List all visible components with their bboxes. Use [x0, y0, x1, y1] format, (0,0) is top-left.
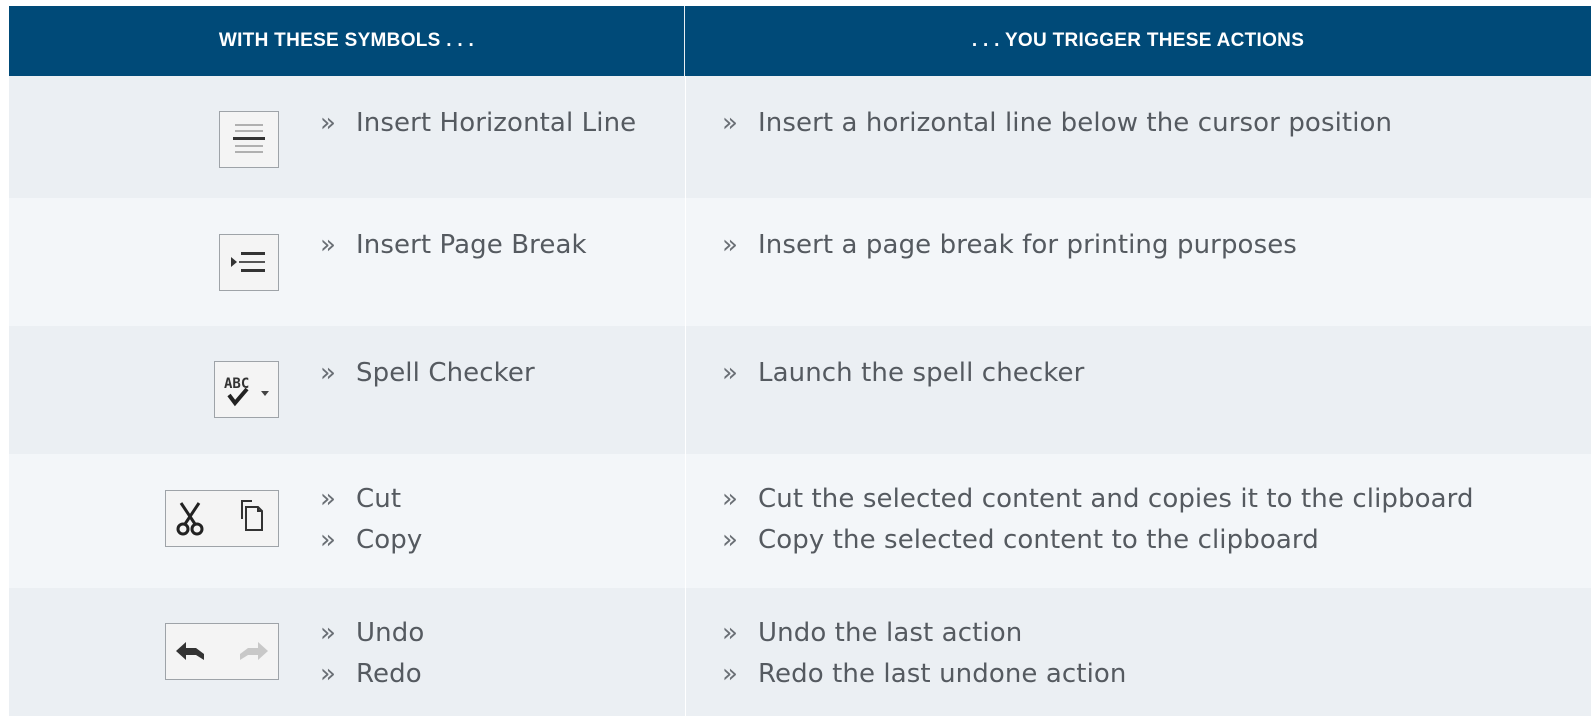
horizontal-line-icon — [219, 111, 279, 168]
redo-icon[interactable] — [166, 624, 278, 679]
symbol-label: » Undo — [320, 618, 425, 648]
action-label: » Insert a page break for printing purpos… — [722, 230, 1297, 260]
symbol-label: » Cut — [320, 484, 402, 514]
table-row: ABC » Spell Checker » Launch the spell che… — [9, 326, 1591, 454]
action-label: » Cut the selected content and copies it … — [722, 484, 1474, 514]
table-row: » Cut » Copy » Cut the selected content and… — [9, 454, 1591, 588]
symbol-label: » Copy — [320, 525, 423, 555]
spell-check-icon[interactable]: ABC — [214, 361, 279, 418]
table-row: » Insert Page Break » Insert a page break … — [9, 198, 1591, 326]
action-label: » Redo the last undone action — [722, 659, 1127, 689]
action-label: » Undo the last action — [722, 618, 1023, 648]
action-label: » Insert a horizontal line below the curs… — [722, 108, 1393, 138]
symbol-label: » Redo — [320, 659, 422, 689]
undo-redo-icon-group — [165, 623, 279, 680]
action-label: » Copy the selected content to the clipbo… — [722, 525, 1319, 555]
table-row: » Insert Horizontal Line » Insert a horizo… — [9, 76, 1591, 198]
symbol-label: » Insert Page Break — [320, 230, 587, 260]
page-break-icon — [219, 234, 279, 291]
header-symbols: WITH THESE SYMBOLS . . . — [9, 6, 685, 76]
cut-copy-icon-group — [165, 490, 279, 547]
symbol-label: » Insert Horizontal Line — [320, 108, 637, 138]
copy-icon[interactable] — [166, 491, 278, 546]
symbols-table: WITH THESE SYMBOLS . . . . . . YOU TRIGG… — [9, 6, 1591, 716]
action-label: » Launch the spell checker — [722, 358, 1085, 388]
header-actions: . . . YOU TRIGGER THESE ACTIONS — [971, 30, 1305, 51]
table-row: » Undo » Redo » Undo the last action » Redo … — [9, 588, 1591, 716]
table-header: WITH THESE SYMBOLS . . . . . . YOU TRIGG… — [9, 6, 1591, 76]
symbol-label: » Spell Checker — [320, 358, 535, 388]
